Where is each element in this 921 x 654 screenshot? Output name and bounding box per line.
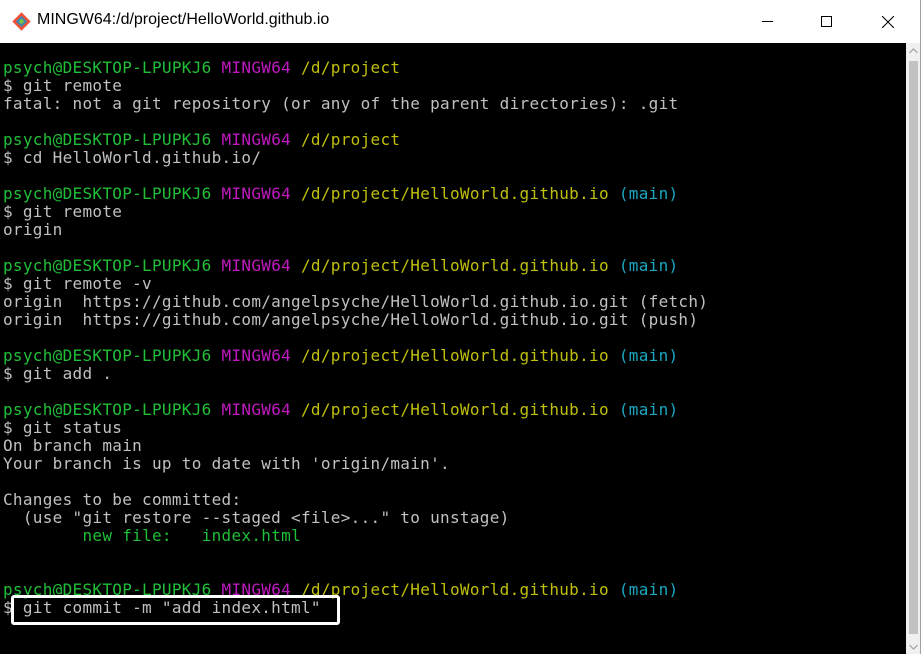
prompt-msystem: MINGW64 (221, 400, 292, 419)
command-line: $ cd HelloWorld.github.io/ (3, 148, 262, 167)
title-bar[interactable]: MINGW64:/d/project/HelloWorld.github.io (0, 0, 921, 43)
prompt-path: /d/project/HelloWorld.github.io (301, 184, 609, 203)
prompt-path: /d/project/HelloWorld.github.io (301, 346, 609, 365)
scroll-up-arrow-icon[interactable] (906, 43, 921, 58)
prompt-line: psych@DESKTOP-LPUPKJ6 MINGW64 /d/project… (3, 185, 678, 203)
prompt-branch: (main) (618, 400, 679, 419)
close-icon (882, 15, 894, 28)
prompt-msystem: MINGW64 (221, 184, 292, 203)
prompt-path: /d/project (301, 58, 401, 77)
staged-file: index.html (201, 526, 302, 545)
prompt-user: psych@DESKTOP-LPUPKJ6 (3, 256, 212, 275)
prompt-path: /d/project (301, 130, 401, 149)
prompt-branch: (main) (618, 256, 679, 275)
prompt-line: psych@DESKTOP-LPUPKJ6 MINGW64 /d/project… (3, 401, 678, 419)
prompt-user: psych@DESKTOP-LPUPKJ6 (3, 130, 212, 149)
prompt-line: psych@DESKTOP-LPUPKJ6 MINGW64 /d/project (3, 131, 400, 149)
output-line: origin https://github.com/angelpsyche/He… (3, 292, 709, 311)
command-line: $ git status (3, 418, 123, 437)
prompt-path: /d/project/HelloWorld.github.io (301, 400, 609, 419)
prompt-user: psych@DESKTOP-LPUPKJ6 (3, 400, 212, 419)
prompt-line: psych@DESKTOP-LPUPKJ6 MINGW64 /d/project (3, 59, 400, 77)
prompt-user: psych@DESKTOP-LPUPKJ6 (3, 184, 212, 203)
prompt-msystem: MINGW64 (221, 256, 292, 275)
prompt-msystem: MINGW64 (221, 58, 292, 77)
output-line: fatal: not a git repository (or any of t… (3, 94, 679, 113)
prompt-path: /d/project/HelloWorld.github.io (301, 580, 609, 599)
command-line: $ git remote (3, 202, 123, 221)
staged-file-line: new file: index.html (3, 527, 301, 545)
prompt-line: psych@DESKTOP-LPUPKJ6 MINGW64 /d/project… (3, 257, 678, 275)
scroll-down-arrow-icon[interactable] (906, 639, 921, 654)
close-button[interactable] (857, 0, 919, 43)
terminal-output[interactable]: psych@DESKTOP-LPUPKJ6 MINGW64 /d/project… (0, 43, 906, 654)
minimize-button[interactable] (736, 0, 798, 43)
vertical-scrollbar[interactable] (906, 43, 921, 654)
maximize-icon (820, 16, 832, 27)
prompt-branch: (main) (618, 580, 679, 599)
prompt-user: psych@DESKTOP-LPUPKJ6 (3, 58, 212, 77)
output-line: Your branch is up to date with 'origin/m… (3, 454, 450, 473)
command-line: $ git remote -v (3, 274, 152, 293)
git-bash-icon (12, 12, 31, 31)
prompt-branch: (main) (618, 184, 679, 203)
command-highlight (11, 595, 340, 625)
prompt-path: /d/project/HelloWorld.github.io (301, 256, 609, 275)
output-line: On branch main (3, 436, 143, 455)
output-line: Changes to be committed: (3, 490, 242, 509)
window-title: MINGW64:/d/project/HelloWorld.github.io (37, 11, 330, 28)
output-line: origin (3, 220, 63, 239)
prompt-user: psych@DESKTOP-LPUPKJ6 (3, 346, 212, 365)
output-line: origin https://github.com/angelpsyche/He… (3, 310, 699, 329)
scroll-thumb[interactable] (909, 61, 918, 634)
staged-label: new file: (82, 526, 172, 545)
command-line: $ git add . (3, 364, 113, 383)
command-line: $ git remote (3, 76, 123, 95)
terminal-window: MINGW64:/d/project/HelloWorld.github.io … (0, 0, 921, 654)
prompt-msystem: MINGW64 (221, 130, 292, 149)
output-line: (use "git restore --staged <file>..." to… (3, 508, 510, 527)
maximize-button[interactable] (795, 0, 857, 43)
minimize-icon (761, 16, 773, 27)
prompt-branch: (main) (618, 346, 679, 365)
prompt-line: psych@DESKTOP-LPUPKJ6 MINGW64 /d/project… (3, 347, 678, 365)
prompt-msystem: MINGW64 (221, 346, 292, 365)
